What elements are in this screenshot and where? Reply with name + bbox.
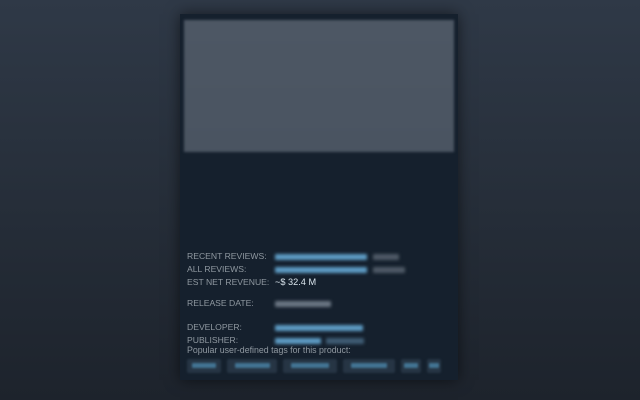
all-reviews-row: ALL REVIEWS: xyxy=(187,263,451,276)
developer-link[interactable] xyxy=(275,321,363,334)
game-header-image[interactable] xyxy=(184,20,454,152)
tag[interactable] xyxy=(227,359,277,373)
release-date-label: RELEASE DATE: xyxy=(187,298,254,308)
developer-row: DEVELOPER: xyxy=(187,321,451,334)
all-reviews-label: ALL REVIEWS: xyxy=(187,264,247,274)
est-net-revenue-value: ~$ 32.4 M xyxy=(275,277,317,287)
developer-label: DEVELOPER: xyxy=(187,322,242,332)
game-description xyxy=(187,156,441,230)
release-date-value xyxy=(275,297,331,310)
est-net-revenue-row: EST NET REVENUE: ~$ 32.4 M xyxy=(187,276,451,289)
game-info-panel: RECENT REVIEWS: ALL REVIEWS: EST NET REV… xyxy=(180,14,458,380)
tags-heading: Popular user-defined tags for this produ… xyxy=(187,345,351,355)
recent-reviews-label: RECENT REVIEWS: xyxy=(187,251,267,261)
est-net-revenue-label: EST NET REVENUE: xyxy=(187,277,270,287)
recent-reviews-row: RECENT REVIEWS: xyxy=(187,250,451,263)
tag[interactable] xyxy=(343,359,395,373)
tag[interactable] xyxy=(401,359,421,373)
tag[interactable] xyxy=(283,359,337,373)
release-date-row: RELEASE DATE: xyxy=(187,297,451,310)
all-reviews-value[interactable] xyxy=(275,263,406,276)
tag[interactable] xyxy=(187,359,221,373)
recent-reviews-value[interactable] xyxy=(275,250,400,263)
tag-list xyxy=(187,359,449,373)
tags-more-button[interactable] xyxy=(427,359,441,373)
